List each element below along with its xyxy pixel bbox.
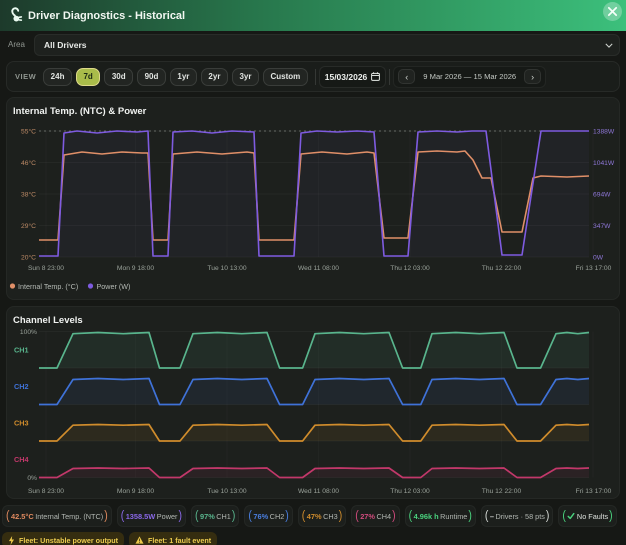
svg-text:Wed 11 08:00: Wed 11 08:00	[298, 488, 339, 495]
svg-text:20°C: 20°C	[21, 254, 36, 262]
svg-text:Sun 8 23:00: Sun 8 23:00	[28, 488, 64, 495]
svg-text:46°C: 46°C	[21, 159, 36, 167]
svg-text:1041W: 1041W	[593, 160, 615, 167]
svg-text:CH1: CH1	[14, 345, 29, 354]
svg-text:Fri 13 17:00: Fri 13 17:00	[576, 265, 612, 272]
svg-text:694W: 694W	[593, 192, 611, 199]
svg-text:Tue 10 13:00: Tue 10 13:00	[207, 265, 246, 272]
svg-text:Mon 9 18:00: Mon 9 18:00	[117, 488, 154, 495]
svg-text:Wed 11 08:00: Wed 11 08:00	[298, 265, 339, 272]
svg-text:38°C: 38°C	[21, 191, 36, 199]
svg-text:Internal Temp. (°C): Internal Temp. (°C)	[18, 282, 78, 291]
svg-text:55°C: 55°C	[21, 128, 36, 136]
svg-text:347W: 347W	[593, 223, 611, 230]
svg-text:Internal Temp. (NTC) & Power: Internal Temp. (NTC) & Power	[13, 106, 147, 117]
svg-text:Fri 13 17:00: Fri 13 17:00	[576, 488, 612, 495]
svg-text:Sun 8 23:00: Sun 8 23:00	[28, 265, 64, 272]
svg-text:Channel Levels: Channel Levels	[13, 315, 83, 326]
svg-text:Thu 12 22:00: Thu 12 22:00	[482, 488, 522, 495]
svg-text:Power (W): Power (W)	[97, 282, 131, 291]
svg-text:Tue 10 13:00: Tue 10 13:00	[207, 488, 246, 495]
svg-text:100%: 100%	[20, 329, 37, 336]
svg-text:CH2: CH2	[14, 382, 29, 391]
svg-text:CH3: CH3	[14, 418, 29, 427]
svg-text:Thu 12 03:00: Thu 12 03:00	[390, 488, 430, 495]
svg-text:29°C: 29°C	[21, 222, 36, 230]
svg-text:Thu 12 03:00: Thu 12 03:00	[390, 265, 430, 272]
svg-text:0%: 0%	[27, 475, 37, 482]
svg-text:0W: 0W	[593, 255, 604, 262]
svg-text:Mon 9 18:00: Mon 9 18:00	[117, 265, 154, 272]
svg-text:1388W: 1388W	[593, 129, 615, 136]
svg-text:Thu 12 22:00: Thu 12 22:00	[482, 265, 522, 272]
svg-text:CH4: CH4	[14, 455, 30, 464]
